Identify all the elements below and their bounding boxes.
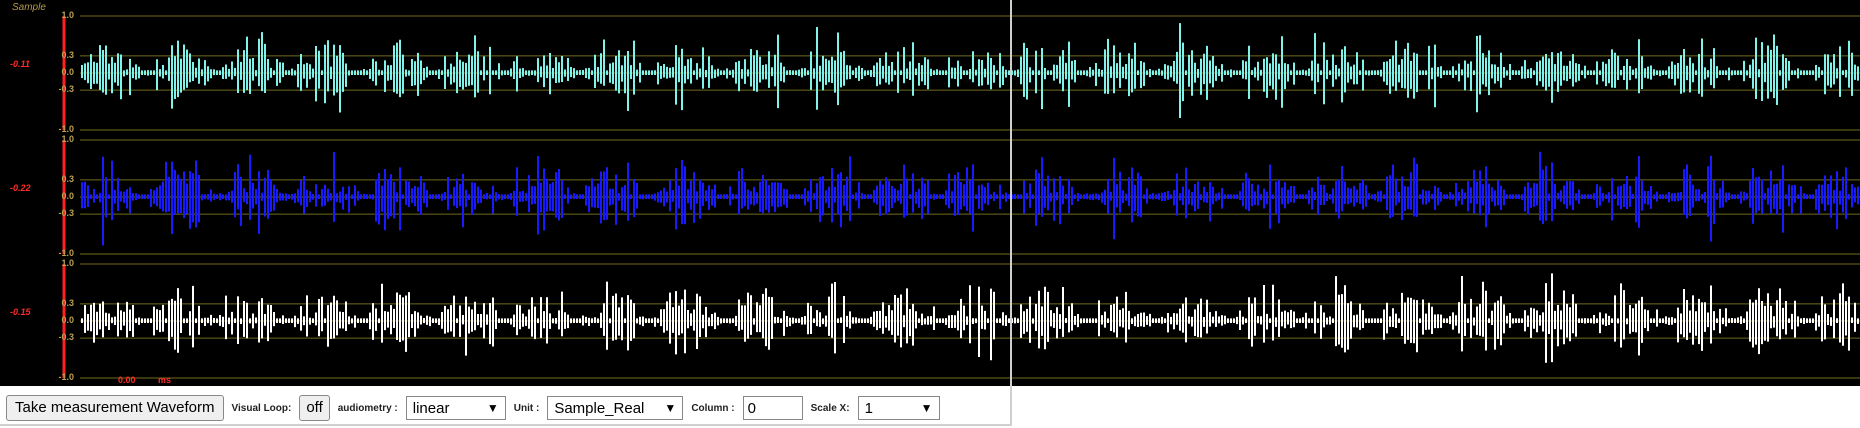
channel-value-label: -0.11 bbox=[10, 59, 30, 69]
y-tick-label: 1.0 bbox=[61, 10, 74, 20]
y-tick-label: 0.0 bbox=[61, 191, 74, 201]
channel-value-label: -0.15 bbox=[10, 307, 31, 317]
y-tick-label: 0.3 bbox=[61, 297, 74, 308]
chevron-down-icon: ▼ bbox=[664, 401, 677, 415]
y-tick-label: 1.0 bbox=[61, 258, 74, 268]
take-measurement-button[interactable]: Take measurement Waveform bbox=[6, 395, 224, 421]
chevron-down-icon: ▼ bbox=[486, 401, 499, 415]
y-tick-label: 1.0 bbox=[61, 134, 74, 144]
time-value: 0.00 bbox=[118, 375, 136, 385]
waveform-trace bbox=[81, 151, 1859, 246]
y-tick-label: 0.3 bbox=[61, 173, 74, 184]
chevron-down-icon: ▼ bbox=[920, 401, 933, 415]
time-unit: ms bbox=[158, 375, 172, 385]
audiometry-label: audiometry : bbox=[337, 402, 398, 414]
waveform-trace bbox=[81, 23, 1859, 118]
audiometry-value: linear bbox=[412, 399, 450, 417]
waveform-plot[interactable] bbox=[0, 0, 1860, 386]
y-tick-label: 0.3 bbox=[61, 49, 74, 60]
y-tick-label: -0.3 bbox=[58, 208, 74, 219]
waveform-trace bbox=[81, 273, 1859, 363]
unit-value: Sample_Real bbox=[554, 399, 645, 417]
channel-value-label: -0.22 bbox=[10, 183, 31, 193]
scale-x-value: 1 bbox=[864, 399, 873, 417]
visual-loop-toggle[interactable]: off bbox=[299, 395, 330, 421]
unit-label: Unit : bbox=[513, 402, 540, 414]
y-tick-label: -0.3 bbox=[58, 332, 74, 343]
audiometry-select[interactable]: linear ▼ bbox=[405, 396, 506, 420]
scale-x-label: Scale X: bbox=[810, 402, 850, 414]
y-tick-label: -1.0 bbox=[58, 372, 74, 382]
scale-x-select[interactable]: 1 ▼ bbox=[857, 396, 940, 420]
y-tick-label: -1.0 bbox=[58, 248, 74, 258]
column-input[interactable] bbox=[742, 396, 803, 420]
y-tick-label: 0.0 bbox=[61, 67, 74, 77]
y-tick-label: -1.0 bbox=[58, 124, 74, 134]
y-tick-label: 0.0 bbox=[61, 315, 74, 325]
waveform-viewer[interactable]: Sample 1.0 0.3 0.0 -0.3 -1.0 -0.11 1.0 0.3 0.0 -0… bbox=[0, 0, 1860, 386]
visual-loop-label: Visual Loop: bbox=[231, 402, 292, 414]
column-label: Column : bbox=[691, 402, 735, 414]
unit-select[interactable]: Sample_Real ▼ bbox=[547, 396, 684, 420]
y-tick-label: -0.3 bbox=[58, 84, 74, 95]
toolbar: Take measurement Waveform Visual Loop: o… bbox=[0, 392, 1012, 424]
